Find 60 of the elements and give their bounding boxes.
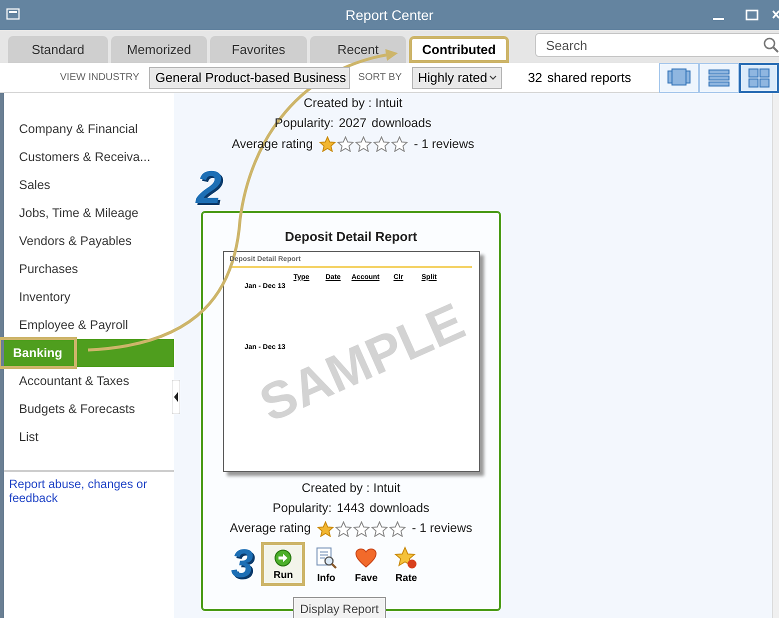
sidebar-item[interactable]: Purchases [4,255,174,283]
sidebar-item[interactable]: Jobs, Time & Mileage [4,199,174,227]
window-menu-icon[interactable] [6,8,20,20]
industry-label: VIEW INDUSTRY [60,71,140,85]
tab[interactable]: Memorized [111,36,207,63]
search-field[interactable]: Search [535,33,779,57]
carousel-view-icon [666,67,692,88]
sidebar-item[interactable]: Customers & Receiva... [4,143,174,171]
view-button[interactable] [659,62,699,92]
grid-view-icon [746,67,772,88]
view-button[interactable] [739,62,779,92]
collapse-handle-icon[interactable] [172,380,180,414]
report-count-label: shared reports [547,68,632,87]
feedback-link[interactable]: Report abuse, changes or feedback [9,477,169,505]
downloads-label: downloads [370,500,430,516]
industry-dropdown[interactable]: General Product-based Business [149,66,350,88]
sidebar-item[interactable]: Employee & Payroll [4,311,174,339]
action-button[interactable]: Rate [387,542,426,586]
document-magnifier-icon [314,546,338,570]
created-by: Created by : Intuit [302,480,400,497]
report-title: Deposit Detail Report [284,228,418,246]
star-badge-icon [394,546,418,570]
sidebar-item[interactable]: Vendors & Payables [4,227,174,255]
window-title: Report Center [346,6,434,25]
tab[interactable]: Contributed [409,36,509,63]
review-count: - 1 reviews [412,520,472,538]
list-view-icon [706,67,732,88]
sidebar-item[interactable]: List [4,423,174,451]
action-button[interactable]: Run [261,542,306,586]
tab[interactable]: Favorites [210,36,307,63]
sidebar-item[interactable]: Sales [4,171,174,199]
tab[interactable]: Recent [310,36,406,63]
sidebar-item[interactable]: Accountant & Taxes [4,367,174,395]
sidebar-item[interactable]: Inventory [4,283,174,311]
sort-label: SORT BY [358,71,402,85]
filled-star-icon [316,520,334,536]
tab[interactable]: Standard [8,36,108,63]
view-button[interactable] [699,62,739,92]
sidebar-item[interactable]: Company & Financial [4,115,174,143]
report-count: 32 [528,68,542,87]
action-button[interactable]: Info [307,542,346,586]
tooltip: Display Report [293,597,386,618]
scrollbar[interactable] [772,93,779,618]
popularity-label: Popularity: [272,500,332,517]
maximize-icon[interactable] [745,8,759,22]
sidebar-item[interactable]: Budgets & Forecasts [4,395,174,423]
sort-dropdown[interactable]: Highly rated [412,66,502,88]
download-count: 1443 [336,500,365,516]
step-number: 3 [231,544,254,584]
heart-icon [354,546,378,570]
created-by: Created by : Intuit [304,95,402,112]
search-icon [763,37,779,53]
review-count: - 1 reviews [414,136,474,153]
filled-star-icon [318,136,336,152]
step-number: 2 [196,165,222,209]
action-button[interactable]: Fave [347,542,386,586]
download-count: 2027 [338,115,367,132]
downloads-label: downloads [372,115,432,132]
caret-icon [488,74,497,80]
rating-label: Average rating [230,520,311,538]
